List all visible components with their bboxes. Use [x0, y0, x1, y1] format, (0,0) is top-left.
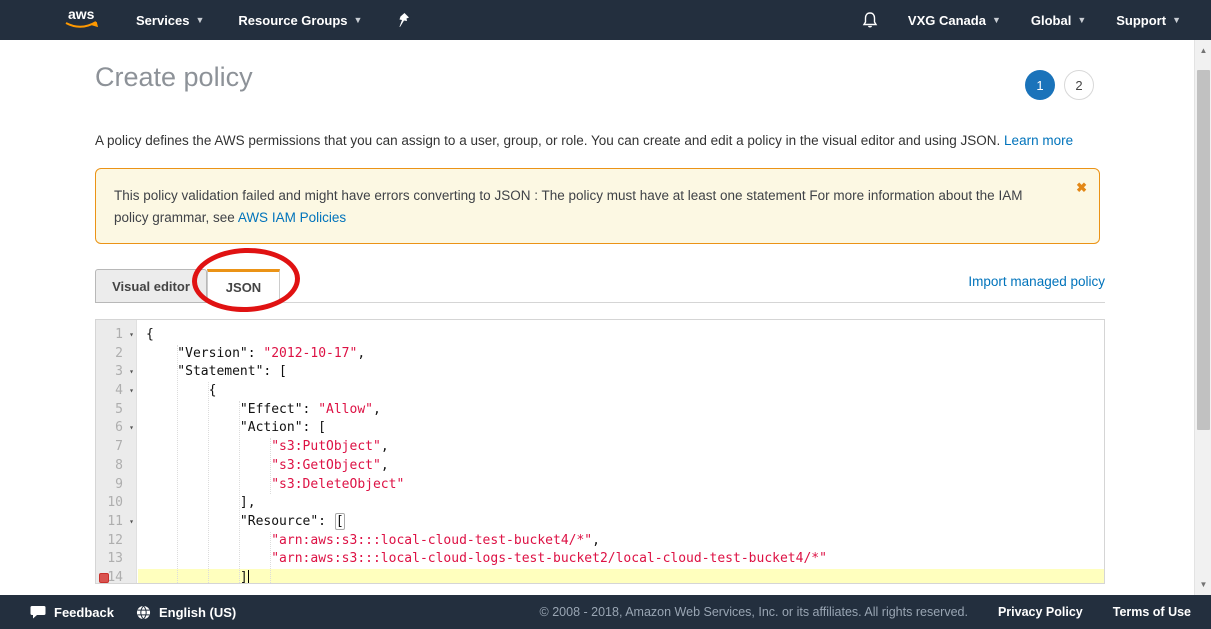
gutter-line-number[interactable]: 1▾: [96, 326, 136, 345]
gutter: 1▾23▾4▾56▾7891011▾121314: [96, 320, 137, 583]
editor-tabbar: Visual editor JSON Import managed policy: [95, 268, 1105, 303]
gutter-line-number: 5: [96, 401, 136, 420]
gutter-line-number[interactable]: 4▾: [96, 382, 136, 401]
footer: Feedback English (US) © 2008 - 2018, Ama…: [0, 595, 1211, 629]
validation-alert: ✖ This policy validation failed and migh…: [95, 168, 1100, 244]
wizard-step-1[interactable]: 1: [1025, 70, 1055, 100]
chevron-down-icon: ▼: [196, 15, 205, 25]
code-line[interactable]: "s3:GetObject",: [138, 457, 1104, 476]
fold-arrow-icon[interactable]: ▾: [129, 419, 134, 438]
tab-json[interactable]: JSON: [207, 269, 280, 303]
code-line[interactable]: "Version": "2012-10-17",: [138, 345, 1104, 364]
fold-arrow-icon[interactable]: ▾: [129, 326, 134, 345]
language-label: English (US): [159, 605, 236, 620]
main-content: Create policy 1 2 A policy defines the A…: [95, 40, 1105, 584]
chevron-down-icon: ▼: [354, 15, 363, 25]
code-lines[interactable]: { "Version": "2012-10-17", "Statement": …: [138, 320, 1104, 583]
top-nav: aws Services ▼ Resource Groups ▼ V: [0, 0, 1211, 40]
notifications-bell-icon[interactable]: [862, 11, 878, 29]
scroll-down-icon[interactable]: ▼: [1195, 576, 1211, 593]
gutter-line-number[interactable]: 3▾: [96, 363, 136, 382]
fold-arrow-icon[interactable]: ▾: [129, 513, 134, 532]
code-line[interactable]: "Statement": [: [138, 363, 1104, 382]
nav-resource-groups-label: Resource Groups: [238, 13, 347, 28]
chevron-down-icon: ▼: [1077, 15, 1086, 25]
aws-logo[interactable]: aws: [60, 5, 102, 36]
gutter-line-number: 14: [96, 569, 136, 584]
wizard-steps: 1 2: [1025, 70, 1094, 100]
scroll-up-icon[interactable]: ▲: [1195, 42, 1211, 59]
terms-of-use-link[interactable]: Terms of Use: [1113, 605, 1191, 619]
alert-close-icon[interactable]: ✖: [1076, 177, 1087, 199]
gutter-line-number: 7: [96, 438, 136, 457]
code-line[interactable]: "s3:DeleteObject": [138, 476, 1104, 495]
copyright-text: © 2008 - 2018, Amazon Web Services, Inc.…: [540, 605, 968, 619]
code-line[interactable]: ],: [138, 494, 1104, 513]
feedback-label: Feedback: [54, 605, 114, 620]
gutter-line-number[interactable]: 6▾: [96, 419, 136, 438]
nav-resource-groups-menu[interactable]: Resource Groups ▼: [238, 13, 362, 28]
nav-account-menu[interactable]: VXG Canada ▼: [908, 13, 1001, 28]
page-title: Create policy: [95, 62, 1105, 93]
error-marker-icon: [99, 573, 109, 583]
page-scrollbar[interactable]: ▲ ▼: [1194, 40, 1211, 595]
gutter-line-number: 8: [96, 457, 136, 476]
nav-region-label: Global: [1031, 13, 1071, 28]
code-line[interactable]: "Resource": [: [138, 513, 1104, 532]
nav-region-menu[interactable]: Global ▼: [1031, 13, 1086, 28]
scrollbar-thumb[interactable]: [1197, 70, 1210, 430]
code-line[interactable]: "Effect": "Allow",: [138, 401, 1104, 420]
code-line[interactable]: ]: [138, 569, 1104, 584]
code-line[interactable]: "s3:PutObject",: [138, 438, 1104, 457]
gutter-line-number: 9: [96, 476, 136, 495]
fold-arrow-icon[interactable]: ▾: [129, 382, 134, 401]
text-cursor: [248, 570, 249, 583]
json-editor[interactable]: 1▾23▾4▾56▾7891011▾121314 { "Version": "2…: [95, 319, 1105, 584]
nav-services-menu[interactable]: Services ▼: [136, 13, 204, 28]
gutter-line-number: 2: [96, 345, 136, 364]
learn-more-link[interactable]: Learn more: [1004, 133, 1073, 148]
policy-description: A policy defines the AWS permissions tha…: [95, 133, 1105, 148]
code-line[interactable]: {: [138, 326, 1104, 345]
privacy-policy-link[interactable]: Privacy Policy: [998, 605, 1083, 619]
feedback-button[interactable]: Feedback: [30, 605, 114, 620]
gutter-line-number: 10: [96, 494, 136, 513]
tab-visual-editor[interactable]: Visual editor: [95, 269, 207, 303]
policy-description-text: A policy defines the AWS permissions tha…: [95, 133, 1000, 148]
iam-policies-link[interactable]: AWS IAM Policies: [238, 210, 346, 225]
import-managed-policy-link[interactable]: Import managed policy: [968, 274, 1105, 289]
fold-arrow-icon[interactable]: ▾: [129, 363, 134, 382]
gutter-line-number: 12: [96, 532, 136, 551]
nav-support-label: Support: [1116, 13, 1166, 28]
chevron-down-icon: ▼: [992, 15, 1001, 25]
code-line[interactable]: "arn:aws:s3:::local-cloud-logs-test-buck…: [138, 550, 1104, 569]
pin-icon[interactable]: [396, 12, 410, 28]
code-line[interactable]: "Action": [: [138, 419, 1104, 438]
code-line[interactable]: "arn:aws:s3:::local-cloud-test-bucket4/*…: [138, 532, 1104, 551]
chevron-down-icon: ▼: [1172, 15, 1181, 25]
svg-text:aws: aws: [68, 6, 95, 22]
language-selector[interactable]: English (US): [136, 605, 236, 620]
gutter-line-number: 13: [96, 550, 136, 569]
globe-icon: [136, 605, 151, 620]
speech-bubble-icon: [30, 605, 46, 619]
code-line[interactable]: {: [138, 382, 1104, 401]
wizard-step-2[interactable]: 2: [1064, 70, 1094, 100]
nav-account-label: VXG Canada: [908, 13, 986, 28]
nav-services-label: Services: [136, 13, 190, 28]
gutter-line-number[interactable]: 11▾: [96, 513, 136, 532]
nav-support-menu[interactable]: Support ▼: [1116, 13, 1181, 28]
